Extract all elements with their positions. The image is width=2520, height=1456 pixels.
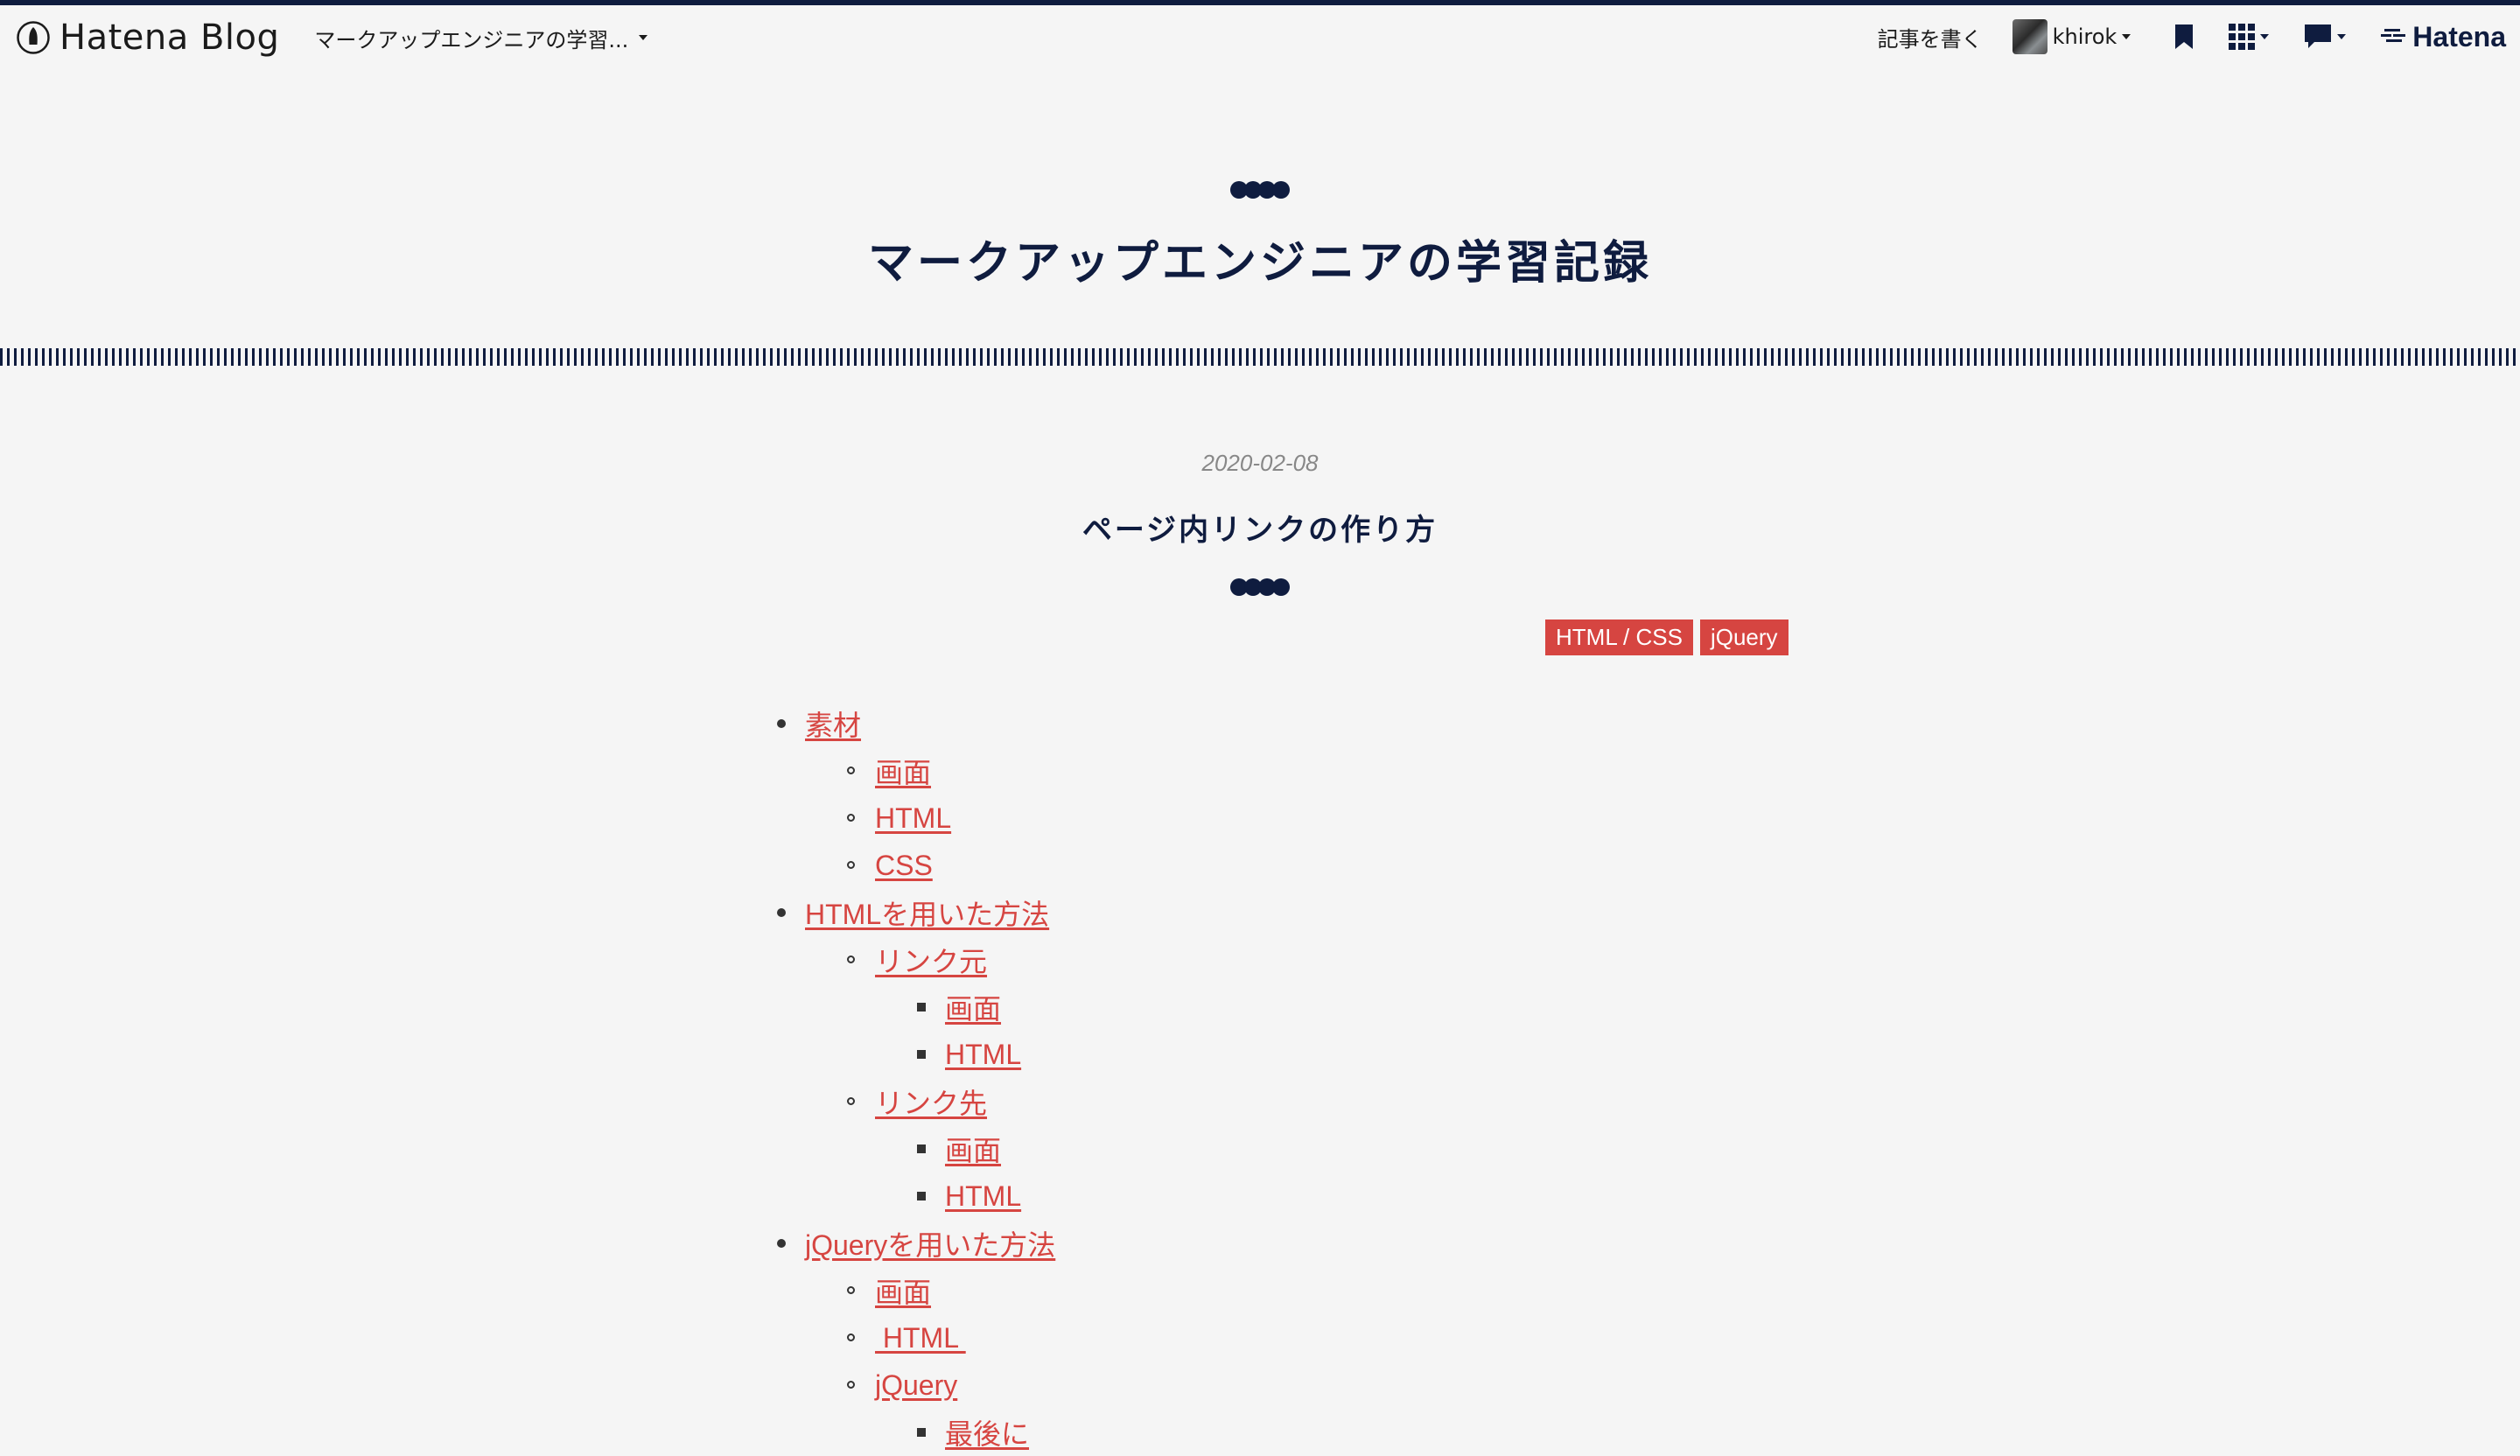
toc-bullet [917,1003,926,1012]
avatar [2012,19,2048,54]
toc-bullet [847,1381,855,1389]
toc-item: 画面 [847,1267,931,1314]
user-menu[interactable]: khirok [2012,19,2132,54]
toc-item: リンク元 [847,936,987,984]
toc-link[interactable]: 素材 [805,704,861,744]
hatena-blog-logo-icon [17,21,50,54]
toc-bullet [917,1050,926,1059]
apps-grid-icon [2229,24,2256,50]
toc-item: jQuery [847,1362,957,1409]
header-left: Hatena Blog マークアップエンジニアの学習... [16,18,648,58]
toc-item: jQueryを用いた方法 [777,1220,1055,1267]
toc-item: 素材 [777,700,861,747]
username: khirok [2052,24,2118,49]
toc-link[interactable]: リンク先 [875,1082,987,1122]
notifications-button[interactable] [2304,24,2347,50]
toc-bullet [917,1428,926,1437]
bookmark-button[interactable] [2174,24,2194,50]
toc-link[interactable]: 画面 [945,987,1001,1027]
title-divider [0,348,2520,366]
hatena-brand-text: Hatena [2412,20,2506,52]
category-html-css[interactable]: HTML / CSS [1545,620,1693,655]
toc-bullet [847,956,855,963]
entry-date[interactable]: 2020-02-08 [0,450,2520,477]
toc-bullet [847,1097,855,1105]
toc-item: HTML [847,794,951,842]
chevron-down-icon [639,35,648,40]
toc-link[interactable]: jQueryを用いた方法 [805,1223,1055,1264]
toc-bullet [917,1144,926,1153]
toc-item: 画面 [917,984,1001,1031]
toc-item: HTML [847,1314,966,1362]
toc-link[interactable]: 画面 [945,1129,1001,1169]
toc-link[interactable]: 最後に [945,1412,1029,1452]
toc-link[interactable]: HTML [945,1039,1021,1071]
apps-menu-button[interactable] [2229,24,2270,50]
toc-link[interactable]: HTMLを用いた方法 [805,892,1049,933]
toc-item: HTML [917,1172,1021,1220]
toc-link[interactable]: HTML [945,1180,1021,1213]
logo-text: Hatena Blog [60,18,280,58]
notification-comment-icon [2305,24,2332,48]
toc-bullet [847,766,855,774]
toc-item: リンク先 [847,1078,987,1125]
toc-link[interactable]: 画面 [875,751,931,791]
bookmark-icon [2175,24,2194,49]
toc-link[interactable]: 画面 [875,1270,931,1311]
toc-bullet [777,719,786,728]
toc-item: 画面 [847,747,931,794]
toc-item: HTMLを用いた方法 [777,889,1049,936]
toc-item: HTML [917,1031,1021,1078]
toc-bullet [847,1334,855,1341]
toc-link[interactable]: HTML [875,1322,966,1354]
toc-bullet [777,1239,786,1248]
toc-bullet [847,814,855,822]
toc-link[interactable]: HTML [875,802,951,835]
toc-link[interactable]: jQuery [875,1369,957,1402]
toc-bullet [917,1192,926,1200]
toc-bullet [847,1286,855,1294]
header-right: 記事を書く khirok Hatena [1878,19,2506,54]
toc-item: 最後に [917,1409,1029,1456]
decorative-dots-icon [1230,181,1290,199]
hatena-logo-icon [2381,29,2406,42]
entry-title[interactable]: ページ内リンクの作り方 [0,506,2520,549]
decorative-dots-icon [1230,578,1290,596]
hatena-link[interactable]: Hatena [2381,21,2506,53]
write-entry-link[interactable]: 記事を書く [1878,22,1983,52]
toc-link[interactable]: CSS [875,850,933,882]
toc-bullet [847,861,855,869]
toc-bullet [777,908,786,917]
toc-item: 画面 [917,1125,1001,1172]
chevron-down-icon [2337,34,2347,39]
hatena-blog-logo[interactable]: Hatena Blog [16,18,279,58]
global-header: Hatena Blog マークアップエンジニアの学習... 記事を書く khir… [0,5,2520,70]
category-jquery[interactable]: jQuery [1699,620,1788,655]
toc-link[interactable]: リンク元 [875,940,987,980]
entry-categories: HTML / CSS jQuery [1545,620,1796,655]
chevron-down-icon [2260,34,2270,39]
toc-item: CSS [847,842,933,889]
blog-switcher[interactable]: マークアップエンジニアの学習... [314,23,648,53]
blog-switcher-label: マークアップエンジニアの学習... [314,27,629,52]
blog-title[interactable]: マークアップエンジニアの学習記録 [0,226,2520,291]
chevron-down-icon [2122,34,2132,39]
